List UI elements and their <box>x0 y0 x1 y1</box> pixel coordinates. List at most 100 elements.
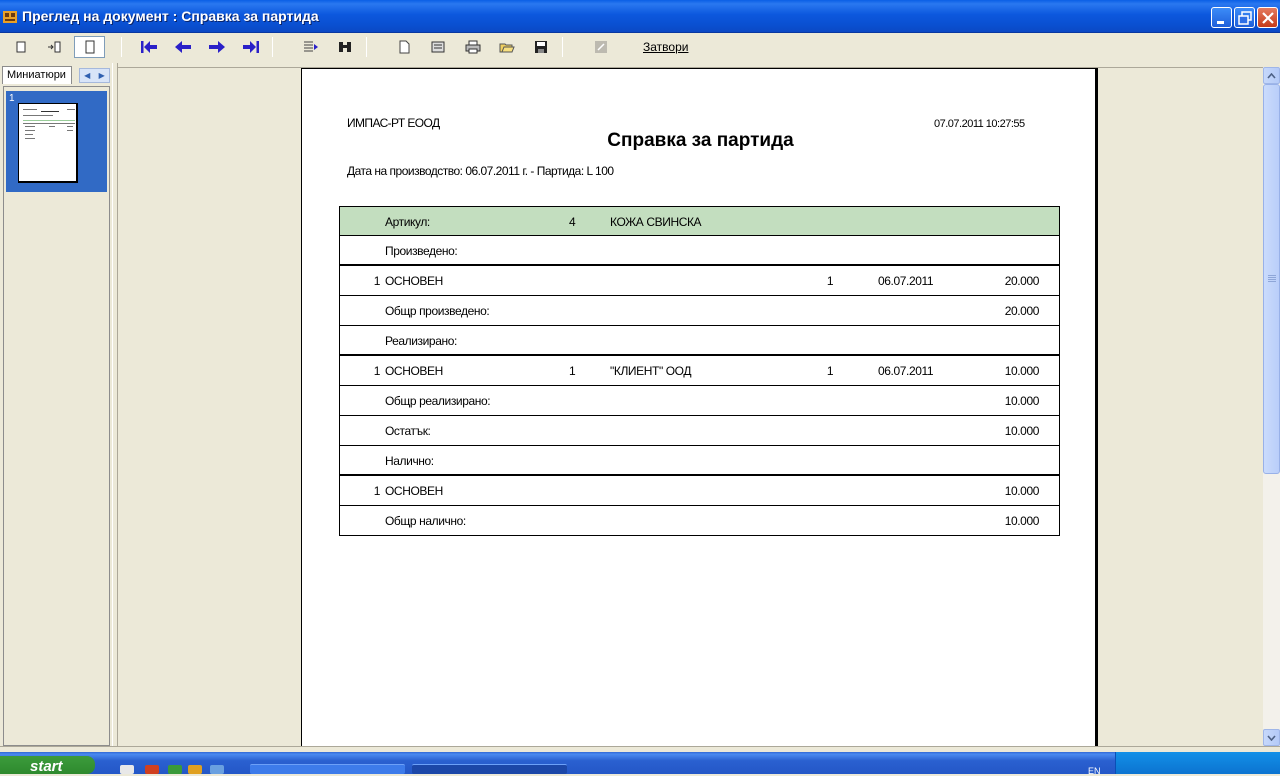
quicklaunch-icon[interactable] <box>168 765 182 774</box>
goto-page-button[interactable] <box>300 36 322 58</box>
restore-icon <box>1238 11 1252 25</box>
row-value: 10.000 <box>1004 484 1040 498</box>
table-row: Остатък: 10.000 <box>340 416 1059 446</box>
report-table: Артикул: 4 КОЖА СВИНСКА Произведено: 1 О… <box>339 206 1060 536</box>
row-name: Реализирано: <box>385 334 457 348</box>
toolbar-separator <box>121 37 122 57</box>
quicklaunch-icon[interactable] <box>120 765 134 774</box>
taskbar-item[interactable] <box>412 764 567 774</box>
page-setup-icon <box>399 40 410 54</box>
table-row: Общр налично: 10.000 <box>340 506 1059 535</box>
row-index: 1 <box>373 274 381 288</box>
table-row: Общр реализирано: 10.000 <box>340 386 1059 416</box>
start-button[interactable]: start <box>0 756 95 775</box>
find-icon <box>339 42 351 52</box>
row-name: ОСНОВЕН <box>385 364 443 378</box>
edit-button[interactable] <box>590 36 612 58</box>
app-icon <box>3 11 17 23</box>
whole-page-icon <box>85 40 94 54</box>
table-row: Реализирано: <box>340 326 1059 356</box>
quicklaunch-icon[interactable] <box>188 765 202 774</box>
scroll-thumb[interactable] <box>1263 84 1280 474</box>
close-button[interactable] <box>1257 7 1278 28</box>
vertical-scrollbar[interactable] <box>1263 67 1280 746</box>
row-date: 06.07.2011 <box>878 274 934 288</box>
row-value: 10.000 <box>1004 364 1040 378</box>
row-qty: 1 <box>826 364 834 378</box>
row-name: Общр налично: <box>385 514 466 528</box>
goto-page-icon <box>304 41 318 52</box>
chevron-right-icon[interactable]: ▶ <box>99 71 105 80</box>
minimize-icon <box>1217 21 1224 24</box>
row-name: Остатък: <box>385 424 431 438</box>
system-tray <box>1115 752 1280 774</box>
report-subtitle: Дата на производство: 06.07.2011 г. - Па… <box>347 164 614 178</box>
row-client: КОЖА СВИНСКА <box>610 215 702 229</box>
tab-thumbnails[interactable]: Миниатюри <box>2 66 72 84</box>
taskbar-item[interactable] <box>250 764 405 774</box>
page-setup-button[interactable] <box>393 36 415 58</box>
table-row: Артикул: 4 КОЖА СВИНСКА <box>340 207 1059 236</box>
two-pages-button[interactable] <box>43 36 65 58</box>
first-page-button[interactable] <box>138 36 160 58</box>
quicklaunch-icon[interactable] <box>210 765 224 774</box>
row-name: Общр реализирано: <box>385 394 491 408</box>
chevron-left-icon[interactable]: ◀ <box>84 71 90 80</box>
row-value: 20.000 <box>1004 304 1040 318</box>
report-page: ИМПАС-РТ ЕООД 07.07.2011 10:27:55 Справк… <box>301 68 1098 746</box>
thumbnail-list: 1 <box>3 86 110 746</box>
quicklaunch-icon[interactable] <box>145 765 159 774</box>
scroll-up-button[interactable] <box>1263 67 1280 84</box>
table-row: Налично: <box>340 446 1059 476</box>
first-page-icon <box>141 41 157 53</box>
row-name: Произведено: <box>385 244 458 258</box>
row-value: 20.000 <box>1004 274 1040 288</box>
start-label: start <box>30 758 63 775</box>
table-row: 1 ОСНОВЕН 1 06.07.2011 20.000 <box>340 266 1059 296</box>
find-button[interactable] <box>334 36 356 58</box>
next-page-button[interactable] <box>206 36 228 58</box>
row-index: 1 <box>373 484 381 498</box>
window-title: Преглед на документ : Справка за партида <box>22 8 319 24</box>
toolbar: Затвори <box>0 33 1280 61</box>
two-pages-icon <box>48 41 61 53</box>
table-row: 1 ОСНОВЕН 10.000 <box>340 476 1059 506</box>
thumbnail-page <box>18 103 78 183</box>
save-button[interactable] <box>530 36 552 58</box>
page-thumbnail[interactable]: 1 <box>6 91 107 192</box>
table-row: 1 ОСНОВЕН 1 "КЛИЕНТ" ООД 1 06.07.2011 10… <box>340 356 1059 386</box>
row-value: 10.000 <box>1004 394 1040 408</box>
table-row: Общр произведено: 20.000 <box>340 296 1059 326</box>
restore-button[interactable] <box>1234 7 1255 28</box>
print-button[interactable] <box>462 36 484 58</box>
close-preview-button[interactable]: Затвори <box>643 40 688 54</box>
row-num: 4 <box>569 215 576 229</box>
toolbar-separator <box>272 37 273 57</box>
save-icon <box>535 41 547 53</box>
language-indicator[interactable]: EN <box>1088 766 1101 776</box>
minimize-button[interactable] <box>1211 7 1232 28</box>
open-icon <box>499 43 515 53</box>
row-name: ОСНОВЕН <box>385 274 443 288</box>
tab-nav: ◀ ▶ <box>79 68 110 83</box>
thumbnails-panel: Миниатюри ◀ ▶ 1 <box>0 63 112 746</box>
prev-page-button[interactable] <box>172 36 194 58</box>
report-title: Справка за партида <box>607 130 794 151</box>
row-name: ОСНОВЕН <box>385 484 443 498</box>
scroll-down-button[interactable] <box>1263 729 1280 746</box>
row-name: Общр произведено: <box>385 304 490 318</box>
row-value: 10.000 <box>1004 514 1040 528</box>
last-page-button[interactable] <box>240 36 262 58</box>
print-icon <box>465 40 481 54</box>
next-page-icon <box>209 41 225 53</box>
prev-page-icon <box>175 41 191 53</box>
export-button[interactable] <box>427 36 449 58</box>
page-width-button[interactable] <box>10 36 32 58</box>
open-button[interactable] <box>496 36 518 58</box>
chevron-down-icon <box>1267 734 1276 741</box>
last-page-icon <box>243 41 259 53</box>
toolbar-separator <box>562 37 563 57</box>
export-icon <box>431 41 445 53</box>
row-date: 06.07.2011 <box>878 364 934 378</box>
whole-page-button[interactable] <box>74 36 105 58</box>
